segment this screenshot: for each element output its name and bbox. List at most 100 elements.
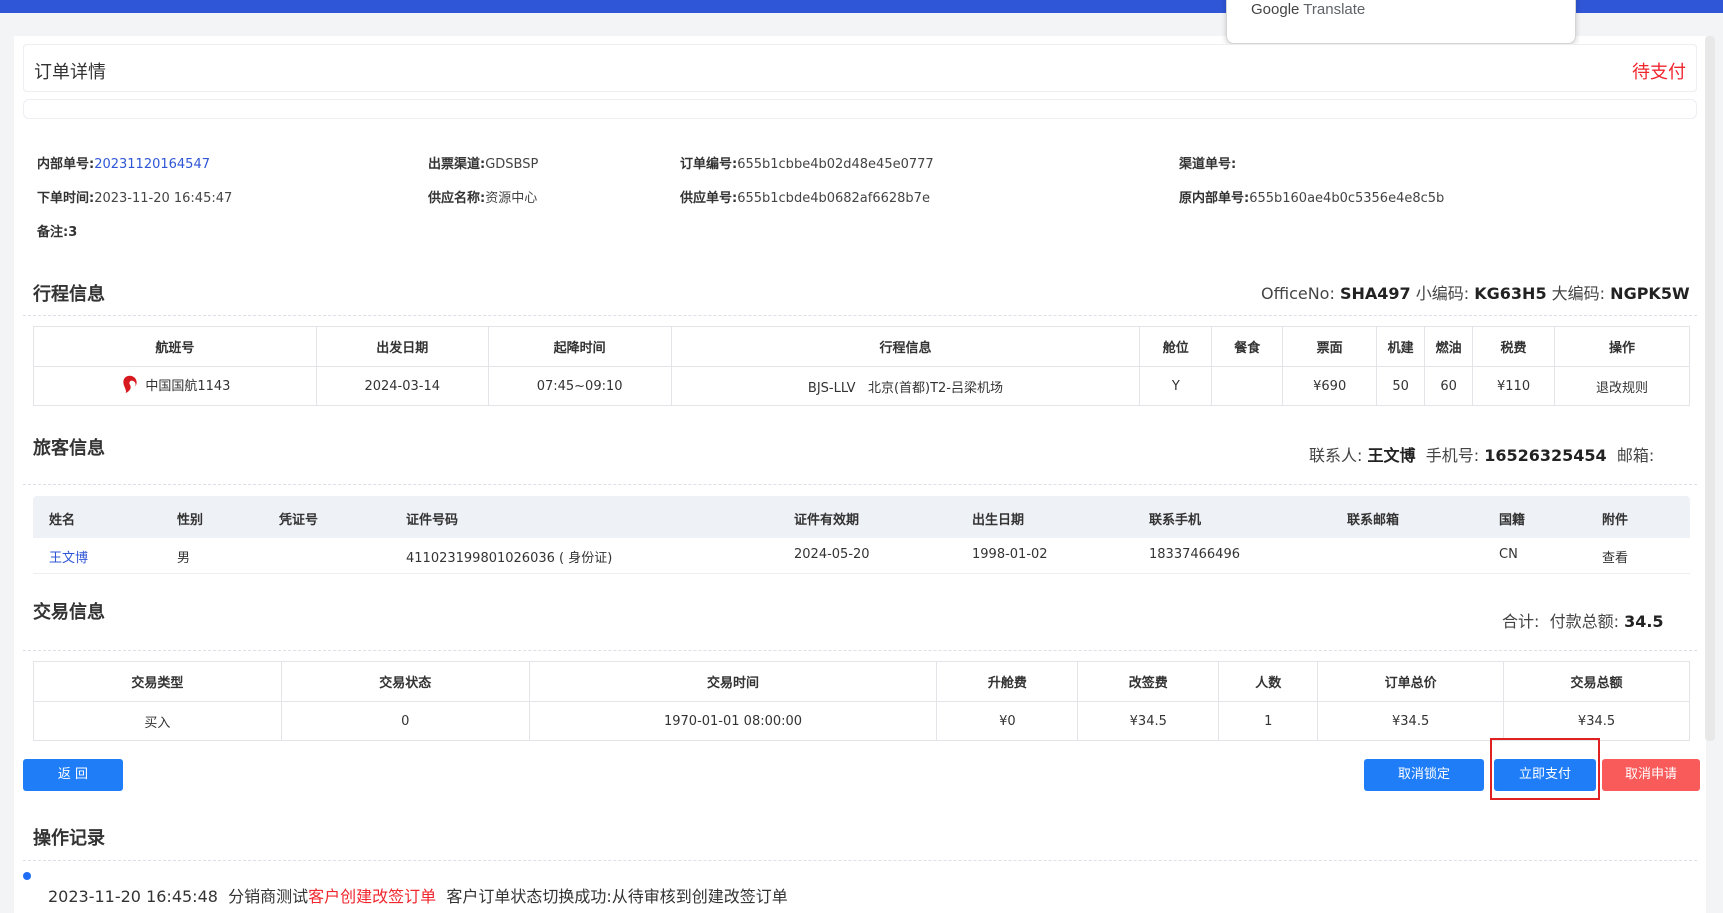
transaction-row: 买入 0 1970-01-01 08:00:00 ¥0 ¥34.5 1 ¥34.… [33, 701, 1690, 741]
transaction-total: 合计: 付款总额: 34.5 [1502, 608, 1664, 632]
total-label: 合计: [1502, 612, 1540, 631]
small-code-label: 小编码: [1415, 284, 1470, 303]
cabin-value: Y [1139, 366, 1213, 406]
upgrade-fee: ¥0 [936, 701, 1079, 741]
col-trade-time: 交易时间 [528, 661, 938, 702]
transaction-header-row: 交易类型 交易状态 交易时间 升舱费 改签费 人数 订单总价 交易总额 [33, 661, 1690, 702]
paid-label: 付款总额: [1549, 612, 1619, 631]
col-birth: 出生日期 [972, 513, 1025, 528]
passenger-birth: 1998-01-02 [972, 547, 1048, 562]
section-divider [23, 484, 1697, 485]
small-code-value: KG63H5 [1474, 284, 1547, 303]
col-id-no: 证件号码 [406, 513, 459, 528]
col-flight: 航班号 [33, 326, 317, 367]
col-count: 人数 [1218, 661, 1319, 702]
col-fuel: 燃油 [1424, 326, 1474, 367]
col-attachment: 附件 [1602, 513, 1629, 528]
passenger-name-link[interactable]: 王文博 [49, 547, 88, 566]
big-code-value: NGPK5W [1610, 284, 1690, 303]
log-time: 2023-11-20 16:45:48 [48, 887, 218, 906]
passenger-id-expiry: 2024-05-20 [794, 547, 870, 562]
col-trade-total: 交易总额 [1503, 661, 1690, 702]
trade-status: 0 [280, 701, 530, 741]
col-nationality: 国籍 [1499, 513, 1526, 528]
col-fare: 票面 [1282, 326, 1378, 367]
passenger-id-no: 411023199801026036 ( 身份证) [406, 551, 613, 566]
order-no-value: 655b1cbbe4b02d48e45e0777 [737, 157, 934, 172]
log-actor: 分销商测试 [228, 887, 309, 906]
fuel-value: 60 [1424, 366, 1474, 406]
orig-internal-label: 原内部单号: [1179, 191, 1250, 206]
transaction-section-title: 交易信息 [33, 602, 105, 623]
log-timeline-dot [23, 872, 31, 880]
view-attachment-link[interactable]: 查看 [1602, 547, 1628, 566]
section-divider [23, 860, 1697, 861]
channel-value: GDSBSP [485, 157, 539, 172]
order-no-field: 订单编号:655b1cbbe4b02d48e45e0777 [680, 153, 934, 172]
col-route: 行程信息 [670, 326, 1141, 367]
pay-now-button[interactable]: 立即支付 [1494, 759, 1596, 791]
itinerary-codes: OfficeNo: SHA497 小编码: KG63H5 大编码: NGPK5W [1261, 280, 1690, 304]
itinerary-table: 航班号 出发日期 起降时间 行程信息 舱位 餐食 票面 机建 燃油 税费 操作 … [33, 326, 1690, 406]
channel-field: 出票渠道:GDSBSP [428, 153, 538, 172]
trade-time: 1970-01-01 08:00:00 [528, 701, 938, 741]
tax-value: ¥110 [1472, 366, 1556, 406]
internal-no-label: 内部单号: [37, 157, 95, 172]
paid-value: 34.5 [1624, 612, 1664, 631]
col-trade-type: 交易类型 [33, 661, 282, 702]
col-tax: 税费 [1472, 326, 1556, 367]
order-time-value: 2023-11-20 16:45:47 [94, 191, 233, 206]
airline-badge: 中国国航1143 [119, 373, 230, 395]
col-cabin: 舱位 [1139, 326, 1213, 367]
channel-no-label: 渠道单号: [1179, 157, 1237, 172]
log-message: 客户订单状态切换成功:从待审核到创建改签订单 [446, 887, 788, 906]
order-total: ¥34.5 [1317, 701, 1505, 741]
col-meal: 餐食 [1211, 326, 1284, 367]
email-label: 邮箱: [1616, 446, 1655, 465]
meal-value [1211, 366, 1284, 406]
depart-arrive-time: 07:45~09:10 [487, 366, 672, 406]
order-no-label: 订单编号: [680, 157, 738, 172]
remark-value: 3 [68, 225, 78, 240]
internal-no-link[interactable]: 20231120164547 [94, 157, 210, 172]
itinerary-row: 中国国航1143 2024-03-14 07:45~09:10 BJS-LLV … [33, 366, 1690, 406]
supplier-no-label: 供应单号: [680, 191, 738, 206]
google-translate-brand: Google Translate [1251, 1, 1366, 18]
col-name: 姓名 [49, 513, 76, 528]
itinerary-section-title: 行程信息 [33, 284, 105, 305]
phone-value: 16526325454 [1484, 446, 1607, 465]
change-fee: ¥34.5 [1077, 701, 1220, 741]
transaction-table: 交易类型 交易状态 交易时间 升舱费 改签费 人数 订单总价 交易总额 买入 0… [33, 661, 1690, 741]
flight-cell: 中国国航1143 [33, 366, 317, 406]
back-button[interactable]: 返 回 [23, 759, 123, 791]
google-translate-product: Translate [1303, 1, 1366, 18]
log-entry: 2023-11-20 16:45:48 分销商测试客户创建改签订单 客户订单状态… [48, 883, 788, 907]
header-progress-bar [23, 99, 1697, 119]
col-mobile: 联系手机 [1149, 513, 1202, 528]
order-status-badge: 待支付 [1632, 62, 1686, 83]
remark-label: 备注: [37, 225, 69, 240]
refund-rules-link[interactable]: 退改规则 [1554, 366, 1690, 406]
cancel-lock-button[interactable]: 取消锁定 [1364, 759, 1484, 791]
supplier-value: 资源中心 [485, 191, 538, 206]
col-date: 出发日期 [315, 326, 489, 367]
trade-type: 买入 [33, 701, 282, 741]
airport-fee-value: 50 [1376, 366, 1426, 406]
supplier-field: 供应名称:资源中心 [428, 187, 537, 206]
supplier-no-value: 655b1cbde4b0682af6628b7e [737, 191, 930, 206]
supplier-no-field: 供应单号:655b1cbde4b0682af6628b7e [680, 187, 930, 206]
remark-field: 备注:3 [37, 221, 77, 240]
passenger-row: 王文博 男 411023199801026036 ( 身份证) 2024-05-… [33, 538, 1690, 574]
page-scrollbar[interactable] [1705, 36, 1715, 741]
phone-label: 手机号: [1425, 446, 1480, 465]
office-no-label: OfficeNo: [1261, 284, 1335, 303]
cancel-apply-button[interactable]: 取消申请 [1602, 759, 1700, 791]
itinerary-header-row: 航班号 出发日期 起降时间 行程信息 舱位 餐食 票面 机建 燃油 税费 操作 [33, 326, 1690, 367]
contact-label: 联系人: [1309, 446, 1363, 465]
big-code-label: 大编码: [1551, 284, 1606, 303]
channel-label: 出票渠道: [428, 157, 486, 172]
google-translate-popup[interactable]: Google Translate [1226, 0, 1576, 44]
route-info: BJS-LLV 北京(首都)T2-吕梁机场 [670, 366, 1141, 406]
supplier-label: 供应名称: [428, 191, 486, 206]
order-time-label: 下单时间: [37, 191, 95, 206]
